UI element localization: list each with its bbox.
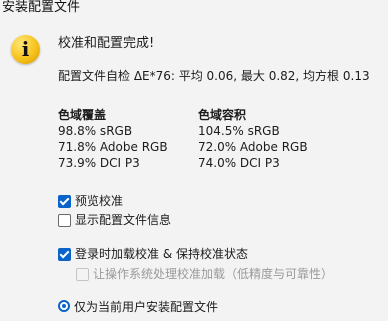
gamut-volume-section: 色域容积 104.5% sRGB 72.0% Adobe RGB 74.0% D… xyxy=(198,107,308,171)
gamut-volume-heading: 色域容积 xyxy=(198,108,247,122)
volume-adobe-rgb: 72.0% Adobe RGB xyxy=(198,140,308,154)
checkbox-disabled-icon xyxy=(76,267,89,281)
show-profile-info-checkbox[interactable]: 显示配置文件信息 xyxy=(58,212,171,228)
install-profile-dialog: 安装配置文件 i 校准和配置完成! 配置文件自检 ΔE*76: 平均 0.06,… xyxy=(0,0,388,321)
window-title: 安装配置文件 xyxy=(2,0,81,15)
radio-selected-icon[interactable] xyxy=(58,300,70,312)
install-current-user-radio[interactable]: 仅为当前用户安装配置文件 xyxy=(58,298,218,314)
info-icon-glyph: i xyxy=(21,37,30,61)
info-icon: i xyxy=(11,35,40,64)
load-on-login-checkbox[interactable]: 登录时加载校准 & 保持校准状态 xyxy=(58,246,248,262)
show-profile-info-label: 显示配置文件信息 xyxy=(75,213,172,227)
gamut-coverage-section: 色域覆盖 98.8% sRGB 71.8% Adobe RGB 73.9% DC… xyxy=(58,107,168,171)
checkbox-checked-icon[interactable] xyxy=(58,247,71,261)
coverage-srgb: 98.8% sRGB xyxy=(58,124,133,138)
preview-calibration-checkbox[interactable]: 预览校准 xyxy=(58,193,123,209)
os-calibration-loading-checkbox: 让操作系统处理校准加载（低精度与可靠性） xyxy=(76,266,333,282)
checkbox-checked-icon[interactable] xyxy=(58,194,71,208)
gamut-coverage-heading: 色域覆盖 xyxy=(58,108,107,122)
checkbox-unchecked-icon[interactable] xyxy=(58,213,71,227)
profile-selftest-summary: 配置文件自检 ΔE*76: 平均 0.06, 最大 0.82, 均方根 0.13 xyxy=(58,69,370,83)
load-on-login-label: 登录时加载校准 & 保持校准状态 xyxy=(75,247,248,261)
volume-dci-p3: 74.0% DCI P3 xyxy=(198,156,280,170)
volume-srgb: 104.5% sRGB xyxy=(198,124,280,138)
coverage-dci-p3: 73.9% DCI P3 xyxy=(58,156,140,170)
completion-message: 校准和配置完成! xyxy=(58,36,155,51)
install-current-user-label: 仅为当前用户安装配置文件 xyxy=(74,299,219,314)
preview-calibration-label: 预览校准 xyxy=(75,194,124,208)
os-calibration-loading-label: 让操作系统处理校准加载（低精度与可靠性） xyxy=(93,267,334,281)
title-bar: 安装配置文件 xyxy=(0,0,388,20)
coverage-adobe-rgb: 71.8% Adobe RGB xyxy=(58,140,168,154)
